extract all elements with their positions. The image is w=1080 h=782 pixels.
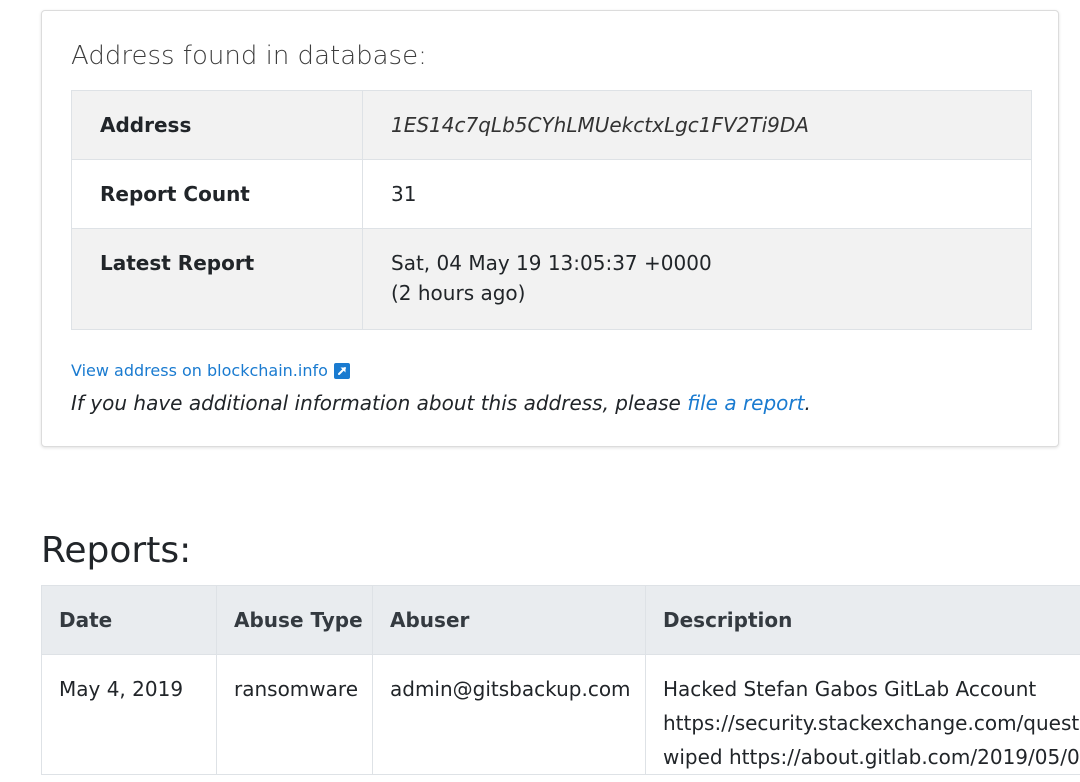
report-date: May 4, 2019 (41, 654, 217, 775)
note-suffix: . (804, 391, 811, 415)
address-value: 1ES14c7qLb5CYhLMUekctxLgc1FV2Ti9DA (362, 90, 1032, 160)
latest-report-cell: Sat, 04 May 19 13:05:37 +0000 (2 hours a… (362, 228, 1032, 330)
report-abuser: admin@gitsbackup.com (372, 654, 646, 775)
column-header-date[interactable]: Date (41, 585, 217, 655)
column-header-abuse-type[interactable]: Abuse Type (216, 585, 373, 655)
file-report-link[interactable]: file a report (687, 391, 804, 415)
report-count-label: Report Count (71, 159, 363, 229)
blockchain-info-link[interactable]: View address on blockchain.info (71, 361, 350, 380)
report-abuse-type: ransomware (216, 654, 373, 775)
latest-report-date: Sat, 04 May 19 13:05:37 +0000 (391, 251, 712, 275)
report-description: Hacked Stefan Gabos GitLab Account https… (645, 654, 1080, 775)
additional-info-note: If you have additional information about… (71, 391, 811, 415)
address-label: Address (71, 90, 363, 160)
address-info-table: Address 1ES14c7qLb5CYhLMUekctxLgc1FV2Ti9… (71, 90, 1032, 330)
blockchain-info-link-label: View address on blockchain.info (71, 361, 328, 380)
latest-report-relative: (2 hours ago) (391, 281, 526, 305)
column-header-abuser[interactable]: Abuser (372, 585, 646, 655)
reports-table-container: Date Abuse Type Abuser Description May 4… (41, 585, 1080, 782)
reports-heading: Reports: (41, 530, 192, 571)
address-row: Address 1ES14c7qLb5CYhLMUekctxLgc1FV2Ti9… (71, 90, 1032, 160)
latest-report-row: Latest Report Sat, 04 May 19 13:05:37 +0… (71, 228, 1032, 330)
external-link-icon (333, 362, 350, 379)
description-line: wiped https://about.gitlab.com/2019/05/0… (663, 745, 1080, 769)
latest-report-label: Latest Report (71, 228, 363, 330)
report-count-value: 31 (362, 159, 1032, 229)
address-summary-card: Address found in database: Address 1ES14… (41, 10, 1059, 447)
report-count-row: Report Count 31 (71, 159, 1032, 229)
reports-header-row: Date Abuse Type Abuser Description (41, 585, 1080, 655)
card-title: Address found in database: (71, 41, 427, 71)
table-row: May 4, 2019 ransomware admin@gitsbackup.… (41, 654, 1080, 775)
column-header-description[interactable]: Description (645, 585, 1080, 655)
reports-table: Date Abuse Type Abuser Description May 4… (41, 585, 1080, 775)
note-prefix: If you have additional information about… (71, 391, 688, 415)
description-line: Hacked Stefan Gabos GitLab Account (663, 677, 1037, 701)
description-line: https://security.stackexchange.com/quest… (663, 711, 1080, 735)
